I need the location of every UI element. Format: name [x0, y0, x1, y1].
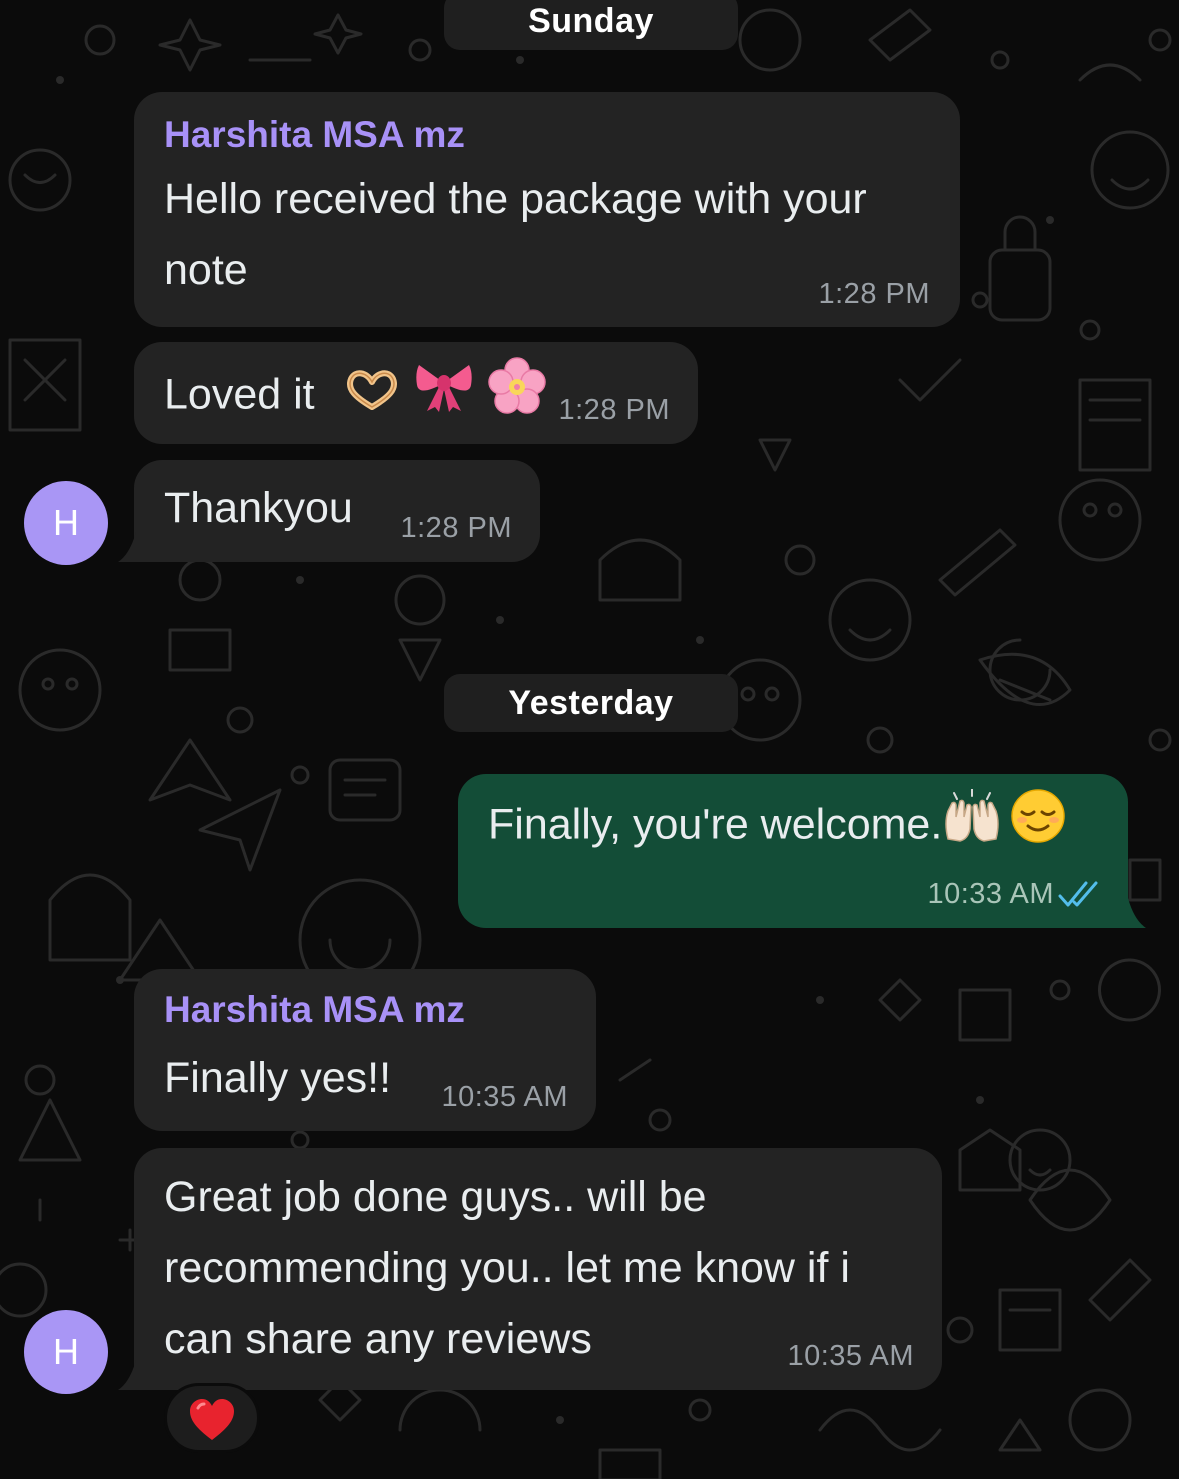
message-timestamp: 10:35 AM — [441, 1081, 568, 1113]
bubble-tail — [1110, 898, 1146, 928]
message-timestamp: 1:28 PM — [400, 512, 512, 544]
message-text-line: recommending you.. let me know if i — [164, 1244, 850, 1292]
incoming-message[interactable]: Thankyou 1:28 PM — [134, 460, 540, 562]
bubble-tail — [118, 1360, 154, 1390]
message-text: Hello received the package with your not… — [164, 164, 867, 306]
message-timestamp: 10:33 AM — [927, 878, 1054, 910]
sender-name[interactable]: Harshita MSA mz — [164, 989, 465, 1031]
sender-name[interactable]: Harshita MSA mz — [164, 114, 465, 156]
message-text-line: Hello received the package with your — [164, 175, 867, 223]
message-text-content: Loved it — [164, 370, 315, 419]
raising-hands-emoji — [942, 788, 1002, 865]
avatar[interactable]: H — [24, 481, 108, 565]
ribbon-emoji — [415, 359, 473, 435]
incoming-message[interactable]: Harshita MSA mz Hello received the packa… — [134, 92, 960, 327]
date-separator-yesterday: Yesterday — [444, 674, 738, 732]
heart-hands-emoji — [345, 362, 399, 433]
cherry-blossom-emoji — [488, 357, 547, 437]
incoming-message[interactable]: Great job done guys.. will be recommendi… — [134, 1148, 942, 1390]
message-text: Finally yes!! — [164, 1054, 392, 1102]
bubble-tail — [118, 532, 154, 562]
date-separator-sunday: Sunday — [444, 0, 738, 50]
message-text: Great job done guys.. will be recommendi… — [164, 1162, 850, 1375]
message-timestamp: 1:28 PM — [558, 394, 670, 426]
message-timestamp: 1:28 PM — [818, 278, 930, 310]
red-heart-emoji — [190, 1399, 234, 1441]
message-text-line: Great job done guys.. will be — [164, 1173, 707, 1221]
avatar[interactable]: H — [24, 1310, 108, 1394]
message-text-content: Finally, you're welcome. — [488, 800, 943, 849]
incoming-message[interactable]: Harshita MSA mz Finally yes!! 10:35 AM — [134, 969, 596, 1131]
message-text-line: can share any reviews — [164, 1315, 592, 1363]
message-text: Finally, you're welcome. — [488, 788, 1066, 866]
double-check-icon — [1058, 881, 1098, 907]
incoming-message[interactable]: Loved it 1:28 PM — [134, 342, 698, 444]
outgoing-message[interactable]: Finally, you're welcome. 10:33 AM — [458, 774, 1128, 928]
message-text: Loved it — [164, 357, 547, 437]
message-timestamp: 10:35 AM — [787, 1340, 914, 1372]
message-text-line: note — [164, 246, 248, 294]
message-reaction[interactable] — [164, 1383, 260, 1453]
relieved-face-emoji — [1010, 788, 1066, 866]
message-text: Thankyou — [164, 484, 353, 532]
